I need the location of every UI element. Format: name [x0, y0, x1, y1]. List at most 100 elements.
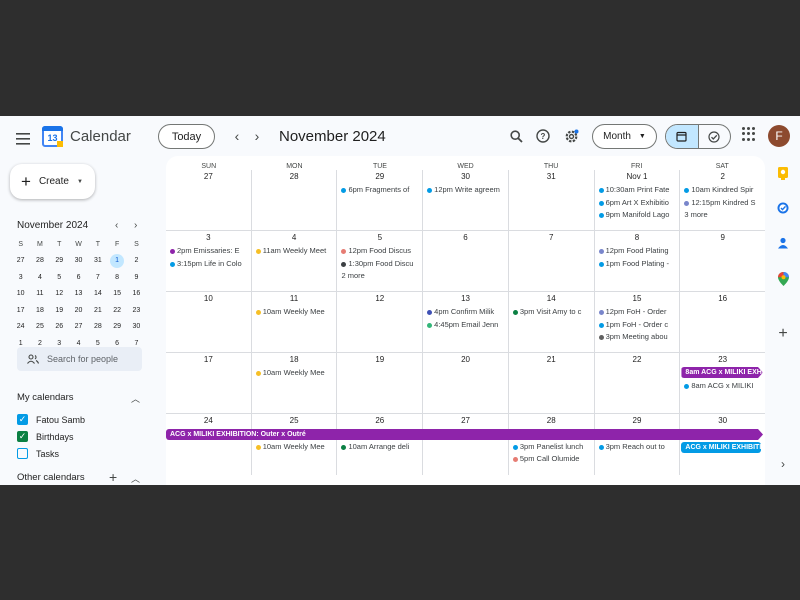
mini-day[interactable]: 23 [127, 302, 146, 319]
mini-day[interactable]: 14 [88, 286, 107, 303]
day-number[interactable]: 26 [337, 416, 422, 428]
calendar-checkbox[interactable]: ✓ [17, 414, 28, 425]
day-cell[interactable]: 28 [252, 170, 338, 230]
day-number[interactable]: 6 [423, 233, 508, 245]
event-chip[interactable]: 3:15pm Life in Colo [166, 258, 251, 271]
day-number[interactable]: 28 [509, 416, 594, 428]
mini-day[interactable]: 29 [107, 319, 126, 336]
day-cell[interactable]: 8 12pm Food Plating 1pm Food Plating - [595, 231, 681, 291]
day-number[interactable]: 4 [252, 233, 337, 245]
day-cell[interactable]: 9 [680, 231, 765, 291]
mini-day[interactable]: 5 [50, 269, 69, 286]
mini-day[interactable]: 6 [69, 269, 88, 286]
tasks-view-icon[interactable] [699, 125, 731, 148]
event-chip[interactable]: 5pm Call Olumide [509, 453, 594, 466]
event-chip[interactable]: 1pm FoH - Order c [595, 319, 680, 332]
day-number[interactable]: 29 [337, 172, 422, 184]
day-number[interactable]: 2 [680, 172, 765, 184]
mini-day[interactable]: 17 [11, 302, 30, 319]
mini-day[interactable]: 15 [107, 286, 126, 303]
day-cell[interactable]: 16 [680, 292, 765, 352]
day-number[interactable]: 14 [509, 294, 594, 306]
day-number[interactable]: 7 [509, 233, 594, 245]
event-chip[interactable]: 11am Weekly Meet [252, 245, 337, 258]
tasks-icon[interactable] [768, 202, 798, 214]
day-number[interactable]: 3 [166, 233, 251, 245]
day-cell[interactable]: 26 10am Arrange deli [337, 414, 424, 475]
mini-day[interactable]: 12 [50, 286, 69, 303]
day-number[interactable]: 28 [252, 172, 337, 184]
event-chip[interactable]: 10am Weekly Mee [252, 306, 337, 319]
mini-day[interactable]: 11 [30, 286, 49, 303]
mini-day[interactable]: 28 [88, 319, 107, 336]
day-number[interactable]: 13 [423, 294, 508, 306]
mini-day[interactable]: 30 [69, 253, 88, 270]
event-chip[interactable]: 10am Weekly Mee [252, 441, 337, 454]
day-number[interactable]: 16 [680, 294, 765, 306]
day-cell[interactable]: 31 [509, 170, 595, 230]
day-number[interactable]: 5 [337, 233, 422, 245]
day-number[interactable]: 27 [423, 416, 508, 428]
day-cell[interactable]: 18 10am Weekly Mee [252, 353, 338, 413]
day-number[interactable]: 9 [680, 233, 765, 245]
day-number[interactable]: 18 [252, 355, 337, 367]
event-chip[interactable]: 3pm Reach out to [595, 441, 680, 454]
mini-day[interactable]: 26 [50, 319, 69, 336]
day-cell[interactable]: 10 [166, 292, 252, 352]
day-number[interactable]: 17 [166, 355, 251, 367]
event-chip[interactable]: 12pm FoH - Order [595, 306, 680, 319]
multi-day-event-bar[interactable]: ACG x MILIKI EXHIBITION [681, 442, 761, 453]
other-calendars-heading[interactable]: Other calendars [17, 472, 85, 483]
mini-day[interactable]: 7 [88, 269, 107, 286]
calendar-checkbox[interactable] [17, 448, 28, 459]
day-cell[interactable]: 24 [166, 414, 252, 475]
day-cell[interactable]: 25 10am Weekly Mee [252, 414, 338, 475]
calendar-item[interactable]: ✓ Fatou Samb [17, 414, 85, 425]
keep-icon[interactable] [768, 167, 798, 180]
day-cell[interactable]: 4 11am Weekly Meet [252, 231, 338, 291]
day-cell[interactable]: 21 [509, 353, 595, 413]
mini-day[interactable]: 30 [127, 319, 146, 336]
day-cell[interactable]: 5 12pm Food Discus 1:30pm Food Discu 2 more [337, 231, 424, 291]
more-events-link[interactable]: 3 more [680, 209, 765, 222]
event-chip[interactable]: 6pm Fragments of [337, 184, 422, 197]
event-chip[interactable]: 10am Arrange deli [337, 441, 422, 454]
day-number[interactable]: 31 [509, 172, 594, 184]
day-cell[interactable]: 14 3pm Visit Amy to c [509, 292, 595, 352]
view-select-dropdown[interactable]: Month ▼ [592, 124, 657, 149]
event-chip[interactable]: 10:30am Print Fate [595, 184, 680, 197]
day-cell[interactable]: 30 12pm Write agreem [423, 170, 509, 230]
add-icon[interactable]: + [768, 325, 798, 343]
day-cell[interactable]: 17 [166, 353, 252, 413]
day-cell[interactable]: 27 [166, 170, 252, 230]
day-number[interactable]: 25 [252, 416, 337, 428]
mini-day[interactable]: 27 [69, 319, 88, 336]
mini-day[interactable]: 24 [11, 319, 30, 336]
calendar-view-icon[interactable] [666, 125, 699, 148]
mini-day[interactable]: 10 [11, 286, 30, 303]
day-number[interactable]: 29 [595, 416, 680, 428]
event-chip[interactable]: 12pm Write agreem [423, 184, 508, 197]
mini-day[interactable]: 22 [107, 302, 126, 319]
mini-day[interactable]: 3 [11, 269, 30, 286]
help-icon[interactable]: ? [532, 125, 554, 147]
previous-period-button[interactable]: ‹ [227, 126, 247, 146]
day-cell[interactable]: 11 10am Weekly Mee [252, 292, 338, 352]
add-calendar-icon[interactable]: + [109, 469, 117, 485]
day-cell[interactable]: 2 10am Kindred Spir 12:15pm Kindred S 3 mor… [680, 170, 765, 230]
settings-gear-icon[interactable] [560, 125, 582, 147]
mini-day[interactable]: 20 [69, 302, 88, 319]
mini-day[interactable]: 8 [107, 269, 126, 286]
mini-day[interactable]: 31 [88, 253, 107, 270]
calendar-item[interactable]: ✓ Birthdays [17, 431, 74, 442]
event-chip[interactable]: 12pm Food Discus [337, 245, 422, 258]
mini-day[interactable]: 4 [30, 269, 49, 286]
day-cell[interactable]: Nov 1 10:30am Print Fate 6pm Art X Exhibit… [595, 170, 681, 230]
event-chip[interactable]: 9pm Manifold Lago [595, 209, 680, 222]
my-calendars-heading[interactable]: My calendars [17, 392, 74, 403]
mini-day[interactable]: 16 [127, 286, 146, 303]
event-chip[interactable]: 2pm Emissaries: E [166, 245, 251, 258]
event-chip[interactable]: 1:30pm Food Discu [337, 258, 422, 271]
contacts-icon[interactable] [768, 237, 798, 249]
expand-panel-icon[interactable]: › [768, 457, 798, 471]
